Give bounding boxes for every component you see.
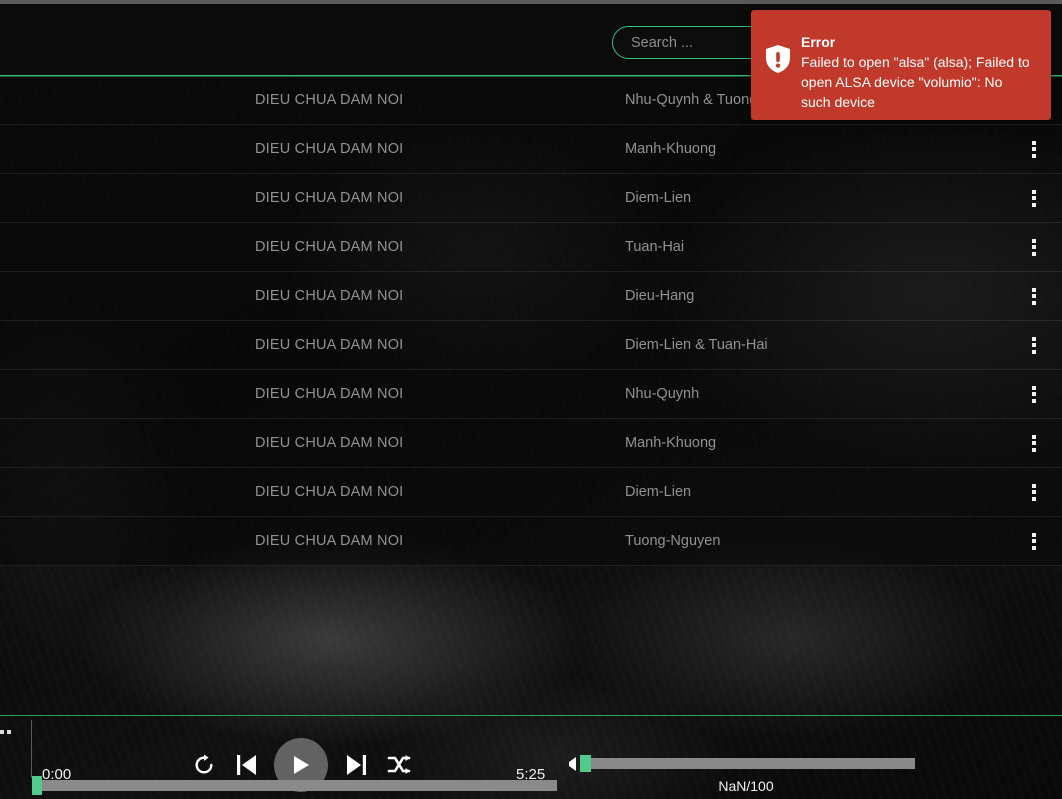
error-toast[interactable]: Error Failed to open "alsa" (alsa); Fail… bbox=[751, 10, 1051, 120]
track-artist: Nhu-Quynh bbox=[625, 386, 700, 402]
table-row[interactable]: DIEU CHUA DAM NOI Diem-Lien bbox=[0, 174, 1062, 223]
overflow-menu-icon[interactable] bbox=[1032, 385, 1036, 403]
repeat-icon bbox=[195, 754, 213, 774]
table-row[interactable]: DIEU CHUA DAM NOI Dieu-Hang bbox=[0, 272, 1062, 321]
row-menu-cell bbox=[1006, 434, 1062, 452]
track-album: DIEU CHUA DAM NOI bbox=[255, 190, 404, 206]
table-row[interactable]: DIEU CHUA DAM NOI Diem-Lien & Tuan-Hai bbox=[0, 321, 1062, 370]
overflow-menu-icon[interactable] bbox=[1032, 336, 1036, 354]
overflow-menu-icon[interactable] bbox=[1032, 434, 1036, 452]
track-list: DIEU CHUA DAM NOI Nhu-Quynh & Tuong DIEU… bbox=[0, 76, 1062, 566]
volume-track[interactable] bbox=[580, 758, 915, 769]
player-divider-vertical bbox=[31, 720, 32, 778]
table-row[interactable]: DIEU CHUA DAM NOI Tuong-Nguyen bbox=[0, 517, 1062, 566]
shuffle-icon bbox=[387, 755, 410, 774]
row-menu-cell bbox=[1006, 238, 1062, 256]
track-album: DIEU CHUA DAM NOI bbox=[255, 239, 404, 255]
row-menu-cell bbox=[1006, 532, 1062, 550]
shield-exclamation-icon bbox=[765, 32, 801, 79]
overflow-menu-icon[interactable] bbox=[1032, 287, 1036, 305]
track-album: DIEU CHUA DAM NOI bbox=[255, 533, 404, 549]
track-album: DIEU CHUA DAM NOI bbox=[255, 141, 404, 157]
track-album: DIEU CHUA DAM NOI bbox=[255, 386, 404, 402]
track-album: DIEU CHUA DAM NOI bbox=[255, 337, 404, 353]
row-menu-cell bbox=[1006, 385, 1062, 403]
overflow-menu-icon[interactable] bbox=[1032, 189, 1036, 207]
volume-icon[interactable] bbox=[566, 756, 578, 777]
table-row[interactable]: Mat DIEU CHUA DAM NOI Diem-Lien bbox=[0, 468, 1062, 517]
row-menu-cell bbox=[1006, 483, 1062, 501]
toast-body: Error Failed to open "alsa" (alsa); Fail… bbox=[801, 32, 1033, 113]
toast-title: Error bbox=[801, 34, 836, 50]
table-row[interactable]: DIEU CHUA DAM NOI Manh-Khuong bbox=[0, 125, 1062, 174]
track-artist: Manh-Khuong bbox=[625, 435, 717, 451]
track-artist: Diem-Lien bbox=[625, 190, 692, 206]
track-album: DIEU CHUA DAM NOI bbox=[255, 435, 404, 451]
overflow-menu-icon[interactable] bbox=[1032, 238, 1036, 256]
track-artist: Diem-Lien bbox=[625, 484, 692, 500]
player-bar: 0:00 5:25 NaN/100 bbox=[0, 716, 1062, 799]
table-row[interactable]: DIEU CHUA DAM NOI Manh-Khuong bbox=[0, 419, 1062, 468]
track-artist: Manh-Khuong bbox=[625, 141, 717, 157]
table-row[interactable]: DIEU CHUA DAM NOI Tuan-Hai bbox=[0, 223, 1062, 272]
seek-track bbox=[32, 780, 557, 791]
toast-message: Failed to open "alsa" (alsa); Failed to … bbox=[801, 54, 1030, 111]
track-album: DIEU CHUA DAM NOI bbox=[255, 92, 404, 108]
overflow-dots-icon[interactable] bbox=[0, 730, 11, 734]
row-menu-cell bbox=[1006, 287, 1062, 305]
overflow-menu-icon[interactable] bbox=[1032, 532, 1036, 550]
overflow-menu-icon[interactable] bbox=[1032, 140, 1036, 158]
track-album: DIEU CHUA DAM NOI bbox=[255, 288, 404, 304]
track-album: DIEU CHUA DAM NOI bbox=[255, 484, 404, 500]
table-row[interactable]: n Tinh DIEU CHUA DAM NOI Nhu-Quynh bbox=[0, 370, 1062, 419]
overflow-menu-icon[interactable] bbox=[1032, 483, 1036, 501]
next-track-icon bbox=[346, 755, 366, 775]
volumio-player-window: DIEU CHUA DAM NOI Nhu-Quynh & Tuong DIEU… bbox=[0, 0, 1062, 799]
volume-handle[interactable] bbox=[580, 755, 591, 772]
track-artist: Dieu-Hang bbox=[625, 288, 695, 304]
previous-track-icon bbox=[236, 755, 256, 775]
volume-label: NaN/100 bbox=[718, 778, 774, 794]
track-artist: Tuan-Hai bbox=[625, 239, 685, 255]
seek-handle[interactable] bbox=[32, 776, 42, 795]
row-menu-cell bbox=[1006, 140, 1062, 158]
row-menu-cell bbox=[1006, 336, 1062, 354]
track-artist: Diem-Lien & Tuan-Hai bbox=[625, 337, 768, 353]
play-icon bbox=[294, 756, 309, 774]
row-menu-cell bbox=[1006, 189, 1062, 207]
seek-slider[interactable] bbox=[32, 776, 557, 795]
track-artist: Tuong-Nguyen bbox=[625, 533, 721, 549]
